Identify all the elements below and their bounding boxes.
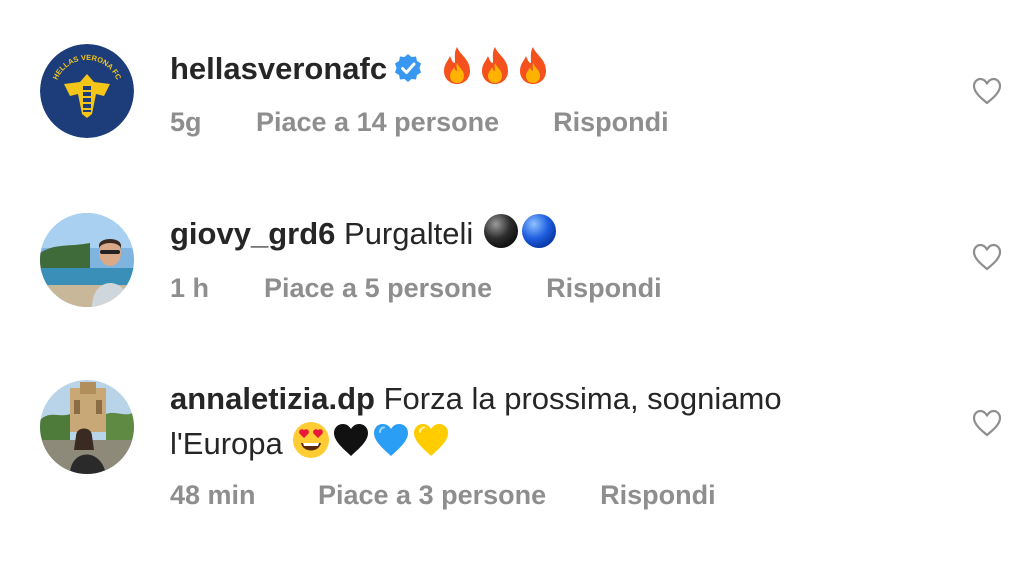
comment-line-2: l'Europa <box>170 420 930 465</box>
comment-text-continued: l'Europa <box>170 426 283 461</box>
heart-outline-icon[interactable] <box>971 76 1003 106</box>
reply-button[interactable]: Rispondi <box>600 480 716 511</box>
reply-button[interactable]: Rispondi <box>546 273 662 304</box>
comment-meta: 48 min Piace a 3 persone Rispondi <box>170 480 716 511</box>
comment-body: giovy_grd6 Purgalteli <box>170 212 930 255</box>
user-photo-park-icon <box>40 380 134 474</box>
reply-button[interactable]: Rispondi <box>553 107 669 138</box>
comment-likes[interactable]: Piace a 3 persone <box>318 480 546 511</box>
comment-username[interactable]: hellasveronafc <box>170 51 387 86</box>
comment-time: 48 min <box>170 480 256 510</box>
comment-emojis <box>429 47 552 86</box>
user-photo-seaside-icon <box>40 213 134 307</box>
comment-body: annaletizia.dp Forza la prossima, sognia… <box>170 378 930 465</box>
comment-username[interactable]: giovy_grd6 <box>170 216 335 251</box>
comment-time: 5g <box>170 107 202 137</box>
comments-list: HELLAS VERONA FC hellasveronafc 5g Piace… <box>0 0 1024 569</box>
verified-badge-icon <box>395 54 422 82</box>
comment-text: Purgalteli <box>344 216 474 251</box>
heart-outline-icon[interactable] <box>971 408 1003 438</box>
comment-line-1: annaletizia.dp Forza la prossima, sognia… <box>170 378 930 420</box>
heart-outline-icon[interactable] <box>971 242 1003 272</box>
hellas-verona-crest-icon: HELLAS VERONA FC <box>40 44 134 138</box>
fire-emoji-icon <box>481 47 508 84</box>
comment-meta: 1 h Piace a 5 persone Rispondi <box>170 273 662 304</box>
avatar[interactable]: HELLAS VERONA FC <box>40 44 134 138</box>
blue-heart-icon <box>374 424 409 456</box>
comment-time: 1 h <box>170 273 210 303</box>
comment-username[interactable]: annaletizia.dp <box>170 381 375 416</box>
comment-likes[interactable]: Piace a 5 persone <box>264 273 492 304</box>
heart-eyes-emoji-icon <box>293 422 330 458</box>
fire-emoji-icon <box>443 47 470 84</box>
avatar[interactable] <box>40 213 134 307</box>
black-circle-icon <box>483 214 518 248</box>
avatar[interactable] <box>40 380 134 474</box>
black-heart-icon <box>334 424 369 456</box>
yellow-heart-icon <box>414 424 449 456</box>
comment-body: hellasveronafc <box>170 45 930 90</box>
blue-circle-icon <box>521 214 556 248</box>
comment-likes[interactable]: Piace a 14 persone <box>256 107 499 138</box>
fire-emoji-icon <box>519 47 546 84</box>
comment-meta: 5g Piace a 14 persone Rispondi <box>170 107 669 138</box>
comment-text: Forza la prossima, sogniamo <box>383 381 782 416</box>
